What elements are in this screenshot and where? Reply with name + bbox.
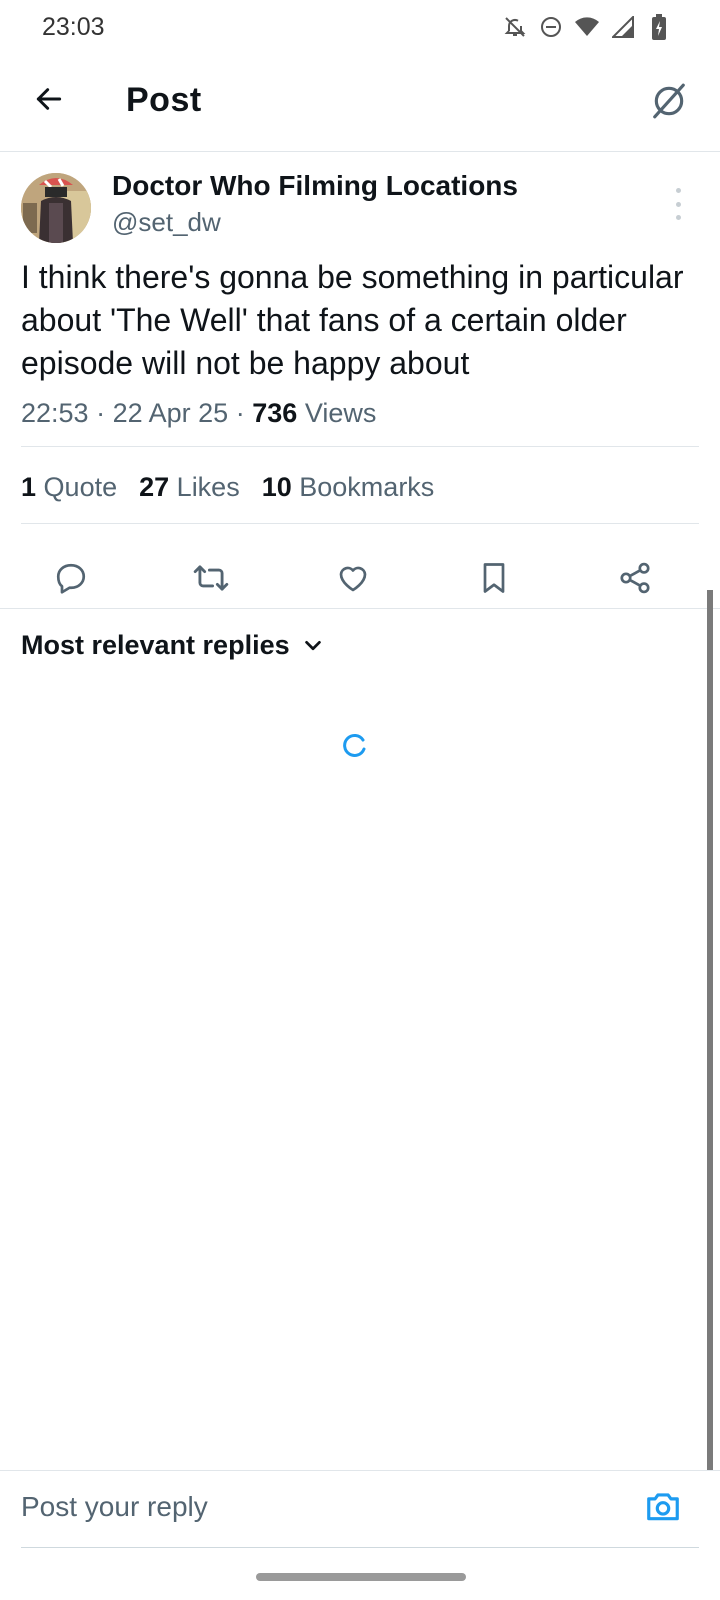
bell-off-icon [502, 12, 528, 42]
status-time: 23:03 [42, 13, 105, 41]
share-icon [620, 562, 650, 594]
quotes-label: Quote [43, 472, 118, 502]
meta-separator: · [96, 398, 106, 428]
meta-separator: · [235, 398, 245, 428]
author-name[interactable]: Doctor Who Filming Locations [112, 170, 518, 202]
wifi-icon [574, 12, 600, 42]
reply-composer [0, 1470, 720, 1548]
reply-button[interactable] [46, 553, 96, 603]
arrow-left-icon [36, 88, 62, 110]
like-icon [339, 566, 367, 592]
quotes-stat[interactable]: 1 Quote [21, 472, 117, 503]
camera-button[interactable] [642, 1485, 684, 1527]
chevron-down-icon [304, 640, 321, 650]
replies-sort-label: Most relevant replies [21, 630, 290, 660]
page-title: Post [126, 81, 202, 119]
author-handle[interactable]: @set_dw [112, 207, 221, 238]
home-indicator[interactable] [256, 1573, 466, 1581]
more-options-icon[interactable] [672, 188, 684, 220]
repost-icon [193, 565, 229, 591]
bookmarks-stat[interactable]: 10 Bookmarks [262, 472, 435, 503]
post-meta: 22:53 · 22 Apr 25 · 736 Views [21, 398, 376, 429]
repost-button[interactable] [186, 553, 236, 603]
app-bar: Post [0, 56, 720, 152]
action-bar [0, 547, 720, 609]
like-button[interactable] [328, 553, 378, 603]
camera-icon [647, 1493, 679, 1521]
do-not-disturb-icon [538, 12, 564, 42]
reply-input[interactable] [21, 1491, 621, 1523]
divider [21, 446, 699, 447]
bookmark-button[interactable] [469, 553, 519, 603]
grok-icon [653, 83, 685, 119]
views-count[interactable]: 736 [252, 398, 297, 428]
replies-sort-dropdown[interactable]: Most relevant replies [21, 630, 324, 661]
signal-icon [610, 12, 636, 42]
section-divider [0, 608, 720, 609]
quotes-count: 1 [21, 472, 37, 502]
scrollbar[interactable] [707, 590, 713, 1470]
share-button[interactable] [610, 553, 660, 603]
bookmark-icon [483, 563, 505, 593]
status-icons [502, 12, 672, 42]
reply-underline [21, 1547, 699, 1548]
post-time: 22:53 [21, 398, 89, 428]
divider [21, 523, 699, 524]
post-text: I think there's gonna be something in pa… [21, 259, 684, 381]
likes-count: 27 [139, 472, 170, 502]
loading-spinner-icon [343, 733, 366, 757]
battery-charging-icon [646, 12, 672, 42]
likes-label: Likes [176, 472, 240, 502]
reply-icon [56, 563, 86, 594]
avatar[interactable] [21, 173, 91, 243]
bookmarks-label: Bookmarks [299, 472, 435, 502]
grok-button[interactable] [648, 80, 690, 122]
back-button[interactable] [28, 78, 70, 120]
views-label[interactable]: Views [305, 398, 377, 428]
bookmarks-count: 10 [261, 472, 292, 502]
post-date: 22 Apr 25 [112, 398, 229, 428]
avatar-image [21, 173, 91, 243]
likes-stat[interactable]: 27 Likes [139, 472, 240, 503]
post-stats: 1 Quote 27 Likes 10 Bookmarks [21, 472, 434, 503]
status-bar: 23:03 [0, 0, 720, 56]
